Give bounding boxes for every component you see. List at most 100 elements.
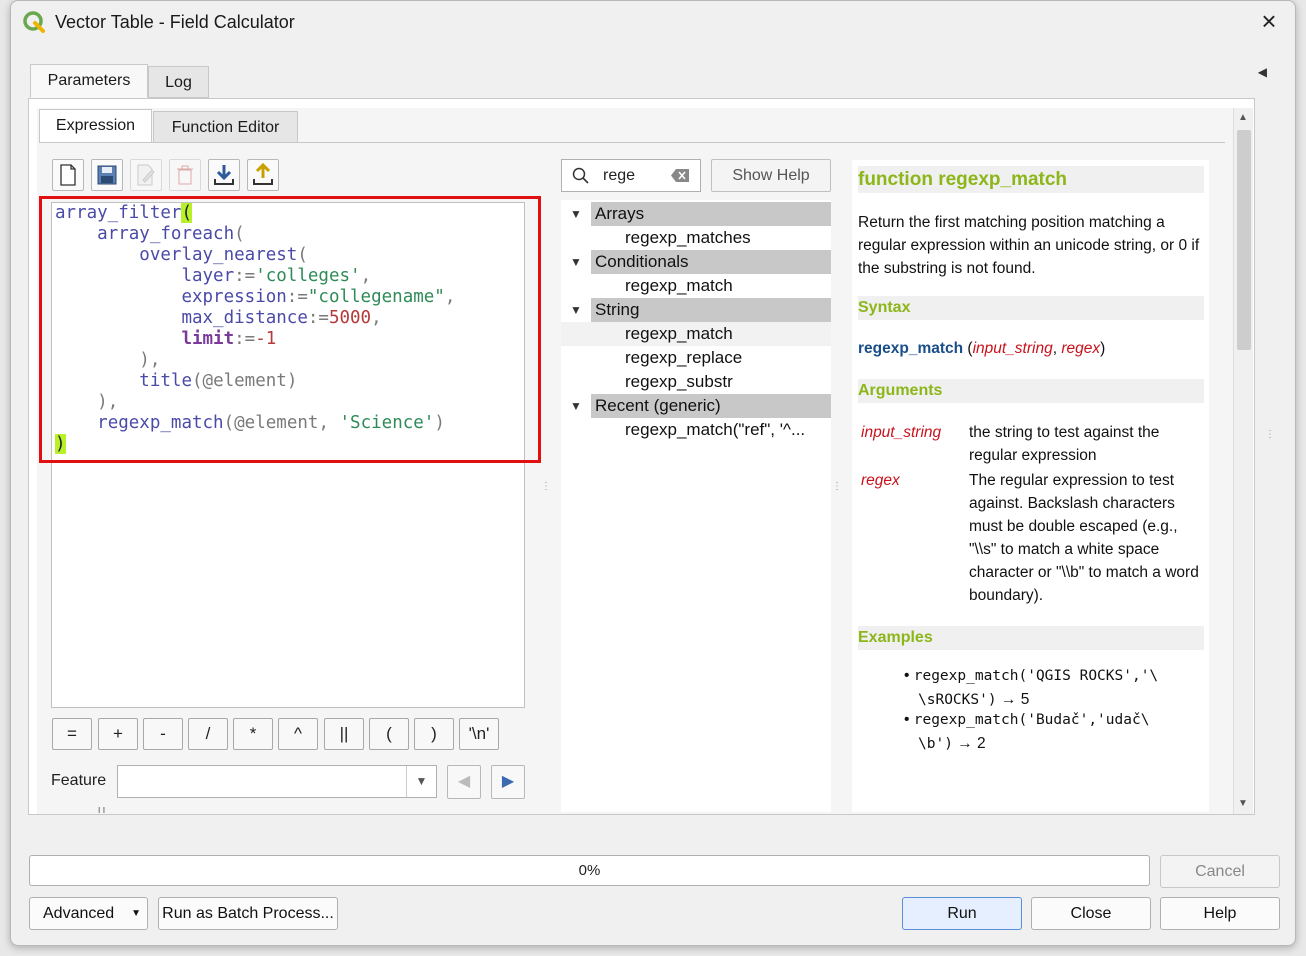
- tab-function-editor[interactable]: Function Editor: [153, 111, 298, 143]
- tree-group-conditionals[interactable]: ▼ Conditionals: [561, 250, 831, 274]
- operator-close-paren-button[interactable]: ): [414, 718, 454, 750]
- save-icon: [97, 165, 117, 185]
- argument-name: regex: [861, 472, 900, 489]
- tree-item-regexp-matches[interactable]: regexp_matches: [625, 226, 751, 250]
- trash-icon: [177, 165, 193, 185]
- example-code: regexp_match('QGIS ROCKS','\: [913, 668, 1159, 684]
- field-calculator-dialog: Vector Table - Field Calculator × Parame…: [10, 0, 1296, 946]
- tree-item-regexp-match-selected[interactable]: regexp_match: [625, 322, 733, 346]
- delete-file-button[interactable]: [169, 159, 201, 191]
- scrollbar-thumb[interactable]: [1237, 130, 1251, 350]
- example-code: \b'): [918, 736, 953, 752]
- tree-item-recent-expression[interactable]: regexp_match("ref", '^...: [625, 418, 805, 442]
- show-help-button[interactable]: Show Help: [711, 159, 831, 192]
- clear-search-icon[interactable]: [670, 168, 690, 183]
- edit-file-button[interactable]: [130, 159, 162, 191]
- batch-process-button[interactable]: Run as Batch Process...: [158, 897, 338, 930]
- operator-equals-button[interactable]: =: [52, 718, 92, 750]
- export-button[interactable]: [247, 159, 279, 191]
- code-line-4: layer:='colleges',: [181, 266, 372, 286]
- advanced-dropdown-button[interactable]: Advanced ▼: [29, 897, 148, 930]
- tree-item-regexp-replace[interactable]: regexp_replace: [625, 346, 742, 370]
- operator-power-button[interactable]: ^: [278, 718, 318, 750]
- scroll-down-icon[interactable]: ▼: [1238, 798, 1248, 809]
- help-description: Return the first matching position match…: [858, 214, 1200, 277]
- code-line-1: array_filter(: [55, 203, 192, 223]
- splitter-handle-left[interactable]: ⋮: [541, 481, 551, 492]
- close-window-icon[interactable]: ×: [1257, 8, 1281, 34]
- arguments-header: Arguments: [858, 379, 1204, 403]
- tree-item-regexp-match[interactable]: regexp_match: [625, 274, 733, 298]
- tab-parameters[interactable]: Parameters: [30, 64, 148, 98]
- import-button[interactable]: [208, 159, 240, 191]
- title-bar: Vector Table - Field Calculator ×: [11, 1, 1295, 45]
- code-line-10: ),: [97, 392, 119, 412]
- example-code: regexp_match('Budač','udač\: [913, 712, 1150, 728]
- code-line-2: array_foreach(: [97, 224, 245, 244]
- new-file-button[interactable]: [52, 159, 84, 191]
- clipped-preview-text: . . . . . . []: [51, 807, 141, 813]
- chevron-down-icon[interactable]: ▼: [406, 766, 436, 797]
- help-panel: function regexp_match Return the first m…: [852, 160, 1209, 812]
- close-button[interactable]: Close: [1031, 897, 1151, 930]
- feature-combobox[interactable]: ▼: [117, 765, 437, 798]
- syntax-header: Syntax: [858, 296, 1204, 320]
- collapse-panel-icon[interactable]: ◀: [1258, 65, 1267, 79]
- operator-divide-button[interactable]: /: [188, 718, 228, 750]
- new-file-icon: [60, 164, 76, 186]
- expand-arrow-icon[interactable]: ▼: [570, 303, 582, 317]
- edit-icon: [137, 164, 155, 186]
- tab-expression[interactable]: Expression: [39, 109, 152, 143]
- argument-name: input_string: [861, 424, 942, 441]
- previous-feature-button[interactable]: ◀: [447, 765, 481, 799]
- splitter-handle-outer[interactable]: ⋮: [1265, 429, 1275, 440]
- operator-open-paren-button[interactable]: (: [369, 718, 409, 750]
- syntax-arg-input-string: input_string: [972, 340, 1053, 357]
- tree-group-label: Recent (generic): [591, 394, 831, 418]
- tab-log[interactable]: Log: [148, 66, 209, 98]
- help-button[interactable]: Help: [1160, 897, 1280, 930]
- run-button[interactable]: Run: [902, 897, 1022, 930]
- expression-editor[interactable]: array_filter( array_foreach( overlay_nea…: [51, 202, 525, 708]
- operator-concat-button[interactable]: ||: [324, 718, 364, 750]
- example-result: 2: [977, 735, 986, 752]
- chevron-down-icon: ▼: [131, 908, 141, 919]
- examples-header: Examples: [858, 626, 1204, 650]
- window-title: Vector Table - Field Calculator: [55, 12, 295, 32]
- expand-arrow-icon[interactable]: ▼: [570, 399, 582, 413]
- code-line-3: overlay_nearest(: [139, 245, 308, 265]
- argument-description: the string to test against the regular e…: [969, 424, 1160, 464]
- feature-label: Feature: [51, 772, 107, 789]
- tree-group-label: String: [591, 298, 831, 322]
- panel-scrollbar[interactable]: ▲ ▼: [1233, 108, 1253, 814]
- expand-arrow-icon[interactable]: ▼: [570, 207, 582, 221]
- upload-icon: [253, 163, 273, 185]
- search-icon: [572, 167, 589, 184]
- syntax-line: regexp_match (input_string, regex): [858, 340, 1106, 357]
- function-search-field[interactable]: rege: [561, 159, 701, 192]
- tree-item-regexp-substr[interactable]: regexp_substr: [625, 370, 733, 394]
- next-feature-button[interactable]: ▶: [491, 765, 525, 799]
- expand-arrow-icon[interactable]: ▼: [570, 255, 582, 269]
- scroll-up-icon[interactable]: ▲: [1238, 112, 1248, 123]
- tree-group-arrays[interactable]: ▼ Arrays: [561, 202, 831, 226]
- tree-group-string[interactable]: ▼ String: [561, 298, 831, 322]
- cancel-button[interactable]: Cancel: [1160, 855, 1280, 888]
- operator-newline-button[interactable]: '\n': [459, 718, 499, 750]
- download-icon: [214, 165, 234, 185]
- code-line-8: ),: [139, 350, 161, 370]
- save-file-button[interactable]: [91, 159, 123, 191]
- tree-group-label: Conditionals: [591, 250, 831, 274]
- help-title: function regexp_match: [858, 166, 1204, 193]
- operator-multiply-button[interactable]: *: [233, 718, 273, 750]
- operator-minus-button[interactable]: -: [143, 718, 183, 750]
- code-line-12: ): [55, 434, 66, 454]
- advanced-label: Advanced: [43, 905, 115, 922]
- tree-group-label: Arrays: [591, 202, 831, 226]
- tree-group-recent[interactable]: ▼ Recent (generic): [561, 394, 831, 418]
- syntax-arg-regex: regex: [1061, 340, 1101, 357]
- code-line-6: max_distance:=5000,: [181, 308, 382, 328]
- operator-plus-button[interactable]: +: [98, 718, 138, 750]
- splitter-handle-right[interactable]: ⋮: [832, 481, 842, 492]
- example-code: \sROCKS'): [918, 692, 997, 708]
